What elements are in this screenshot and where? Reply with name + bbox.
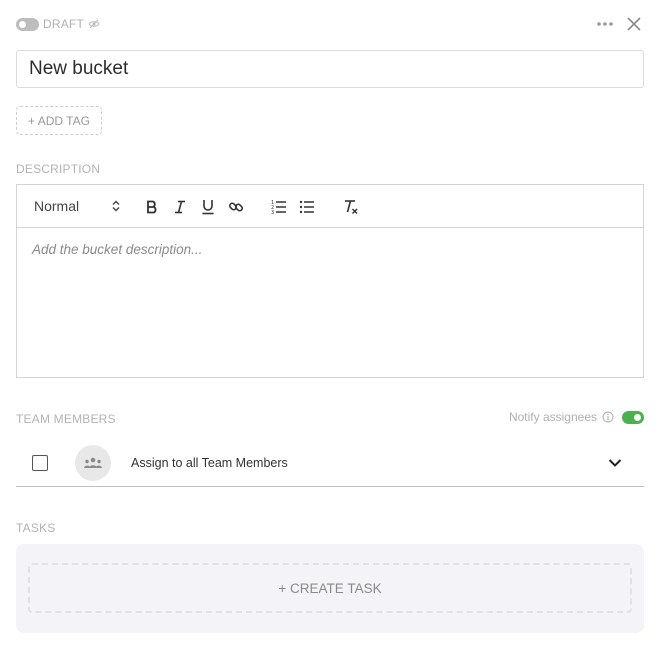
bullet-list-icon[interactable] (298, 198, 316, 216)
tasks-panel: + CREATE TASK (16, 544, 644, 633)
description-label: DESCRIPTION (16, 162, 101, 176)
draft-toggle[interactable] (16, 17, 39, 31)
top-bar: DRAFT (16, 13, 642, 35)
tasks-label: TASKS (16, 521, 56, 535)
notify-assignees-toggle[interactable] (622, 410, 644, 424)
bucket-title-input[interactable] (16, 50, 644, 88)
team-members-label: TEAM MEMBERS (16, 412, 116, 426)
more-icon[interactable] (596, 15, 614, 33)
create-task-button[interactable]: + CREATE TASK (28, 563, 632, 613)
description-textarea[interactable]: Add the bucket description... (17, 228, 643, 271)
select-arrows-icon (112, 200, 120, 212)
clear-format-icon[interactable] (342, 198, 360, 216)
add-tag-button[interactable]: + ADD TAG (16, 106, 102, 135)
underline-icon[interactable] (199, 198, 217, 216)
description-editor: Normal 123 Add the bucket description... (16, 184, 644, 378)
eye-off-icon (88, 19, 100, 29)
assign-all-checkbox[interactable] (32, 455, 48, 471)
info-icon[interactable] (602, 411, 614, 423)
format-select-value: Normal (34, 198, 80, 214)
link-icon[interactable] (227, 198, 245, 216)
close-icon[interactable] (626, 16, 642, 32)
team-icon (84, 457, 102, 468)
notify-assignees-label: Notify assignees (508, 410, 597, 424)
ordered-list-icon[interactable]: 123 (270, 198, 288, 216)
draft-status-label: DRAFT (43, 17, 84, 31)
chevron-down-icon[interactable] (608, 456, 622, 470)
assign-all-label: Assign to all Team Members (131, 456, 288, 470)
bold-icon[interactable] (143, 198, 161, 216)
format-select[interactable]: Normal (34, 198, 120, 214)
notify-assignees: Notify assignees (509, 410, 644, 424)
assign-all-row: Assign to all Team Members (16, 440, 644, 487)
editor-toolbar: Normal 123 (17, 185, 643, 228)
svg-text:3: 3 (271, 210, 274, 215)
italic-icon[interactable] (171, 198, 189, 216)
description-placeholder: Add the bucket description... (32, 242, 203, 257)
team-avatar (75, 445, 111, 481)
